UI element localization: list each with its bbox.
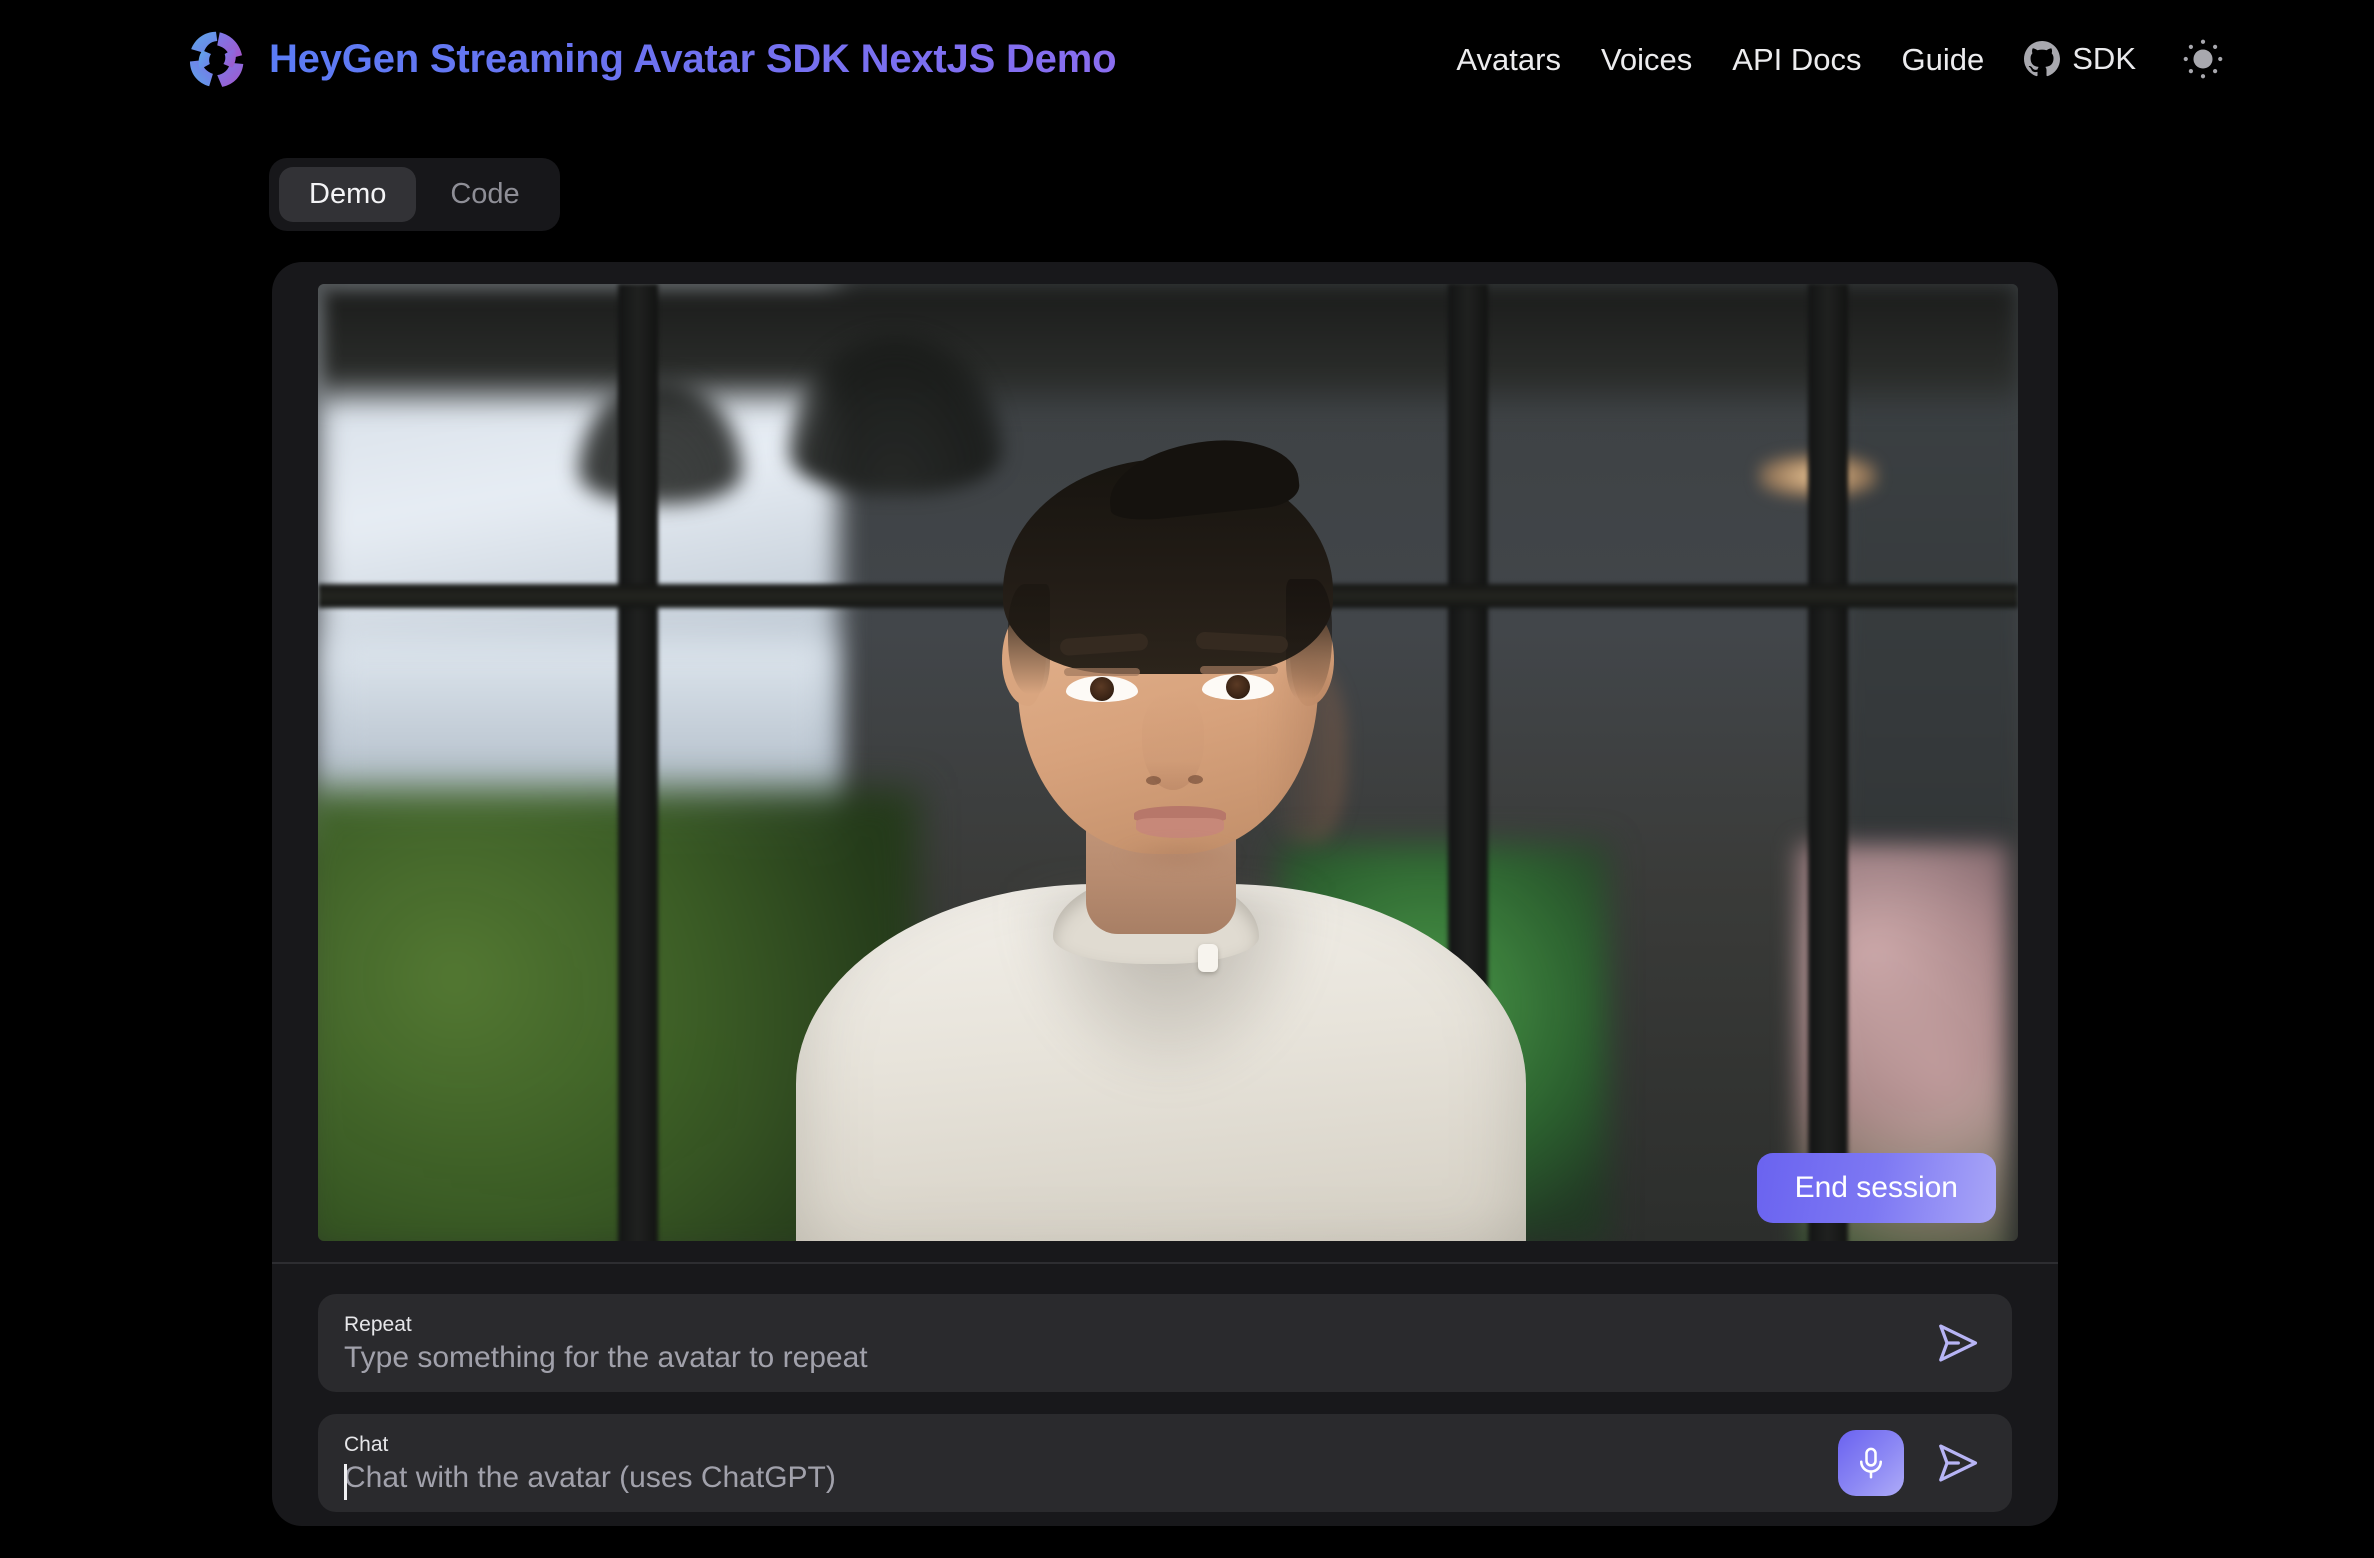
repeat-label: Repeat (344, 1314, 1906, 1336)
end-session-button[interactable]: End session (1757, 1153, 1996, 1223)
tab-code[interactable]: Code (420, 167, 549, 222)
repeat-input[interactable] (344, 1341, 1906, 1374)
repeat-input-row: Repeat (318, 1294, 2012, 1392)
theme-toggle-sun-icon[interactable] (2180, 36, 2226, 82)
chat-row-actions (1838, 1430, 1988, 1496)
top-navbar: HeyGen Streaming Avatar SDK NextJS Demo … (0, 0, 2374, 118)
page-title: HeyGen Streaming Avatar SDK NextJS Demo (269, 37, 1116, 82)
tab-demo[interactable]: Demo (279, 167, 416, 222)
chat-label: Chat (344, 1434, 1818, 1456)
chat-input-row: Chat (318, 1414, 2012, 1512)
send-icon (1931, 1437, 1983, 1489)
chat-input[interactable] (344, 1461, 1818, 1494)
microphone-button[interactable] (1838, 1430, 1904, 1496)
avatar-video-frame (318, 284, 2018, 1241)
nav-link-voices[interactable]: Voices (1601, 44, 1692, 75)
github-icon (2024, 41, 2060, 77)
repeat-field: Repeat (344, 1312, 1906, 1373)
controls: Repeat (272, 1276, 2058, 1512)
nav-link-sdk[interactable]: SDK (2024, 41, 2136, 77)
avatar-video[interactable]: End session (318, 284, 2018, 1241)
app-root: HeyGen Streaming Avatar SDK NextJS Demo … (0, 0, 2374, 1558)
brand[interactable]: HeyGen Streaming Avatar SDK NextJS Demo (185, 28, 1116, 90)
send-icon (1931, 1317, 1983, 1369)
nav-links: Avatars Voices API Docs Guide SDK (1456, 36, 2226, 82)
tab-bar: Demo Code (269, 158, 560, 231)
chat-field: Chat (344, 1432, 1818, 1493)
nav-link-guide[interactable]: Guide (1902, 44, 1985, 75)
demo-card: End session Repeat (272, 262, 2058, 1526)
chat-send-icon-button[interactable] (1926, 1432, 1988, 1494)
microphone-icon (1853, 1445, 1889, 1481)
nav-link-sdk-label: SDK (2072, 41, 2136, 77)
nav-link-api-docs[interactable]: API Docs (1732, 44, 1861, 75)
card-divider (272, 1262, 2058, 1264)
repeat-row-actions (1926, 1312, 1988, 1374)
text-caret (344, 1464, 347, 1500)
nav-link-avatars[interactable]: Avatars (1456, 44, 1561, 75)
heygen-aperture-logo-icon (185, 28, 247, 90)
repeat-send-icon-button[interactable] (1926, 1312, 1988, 1374)
